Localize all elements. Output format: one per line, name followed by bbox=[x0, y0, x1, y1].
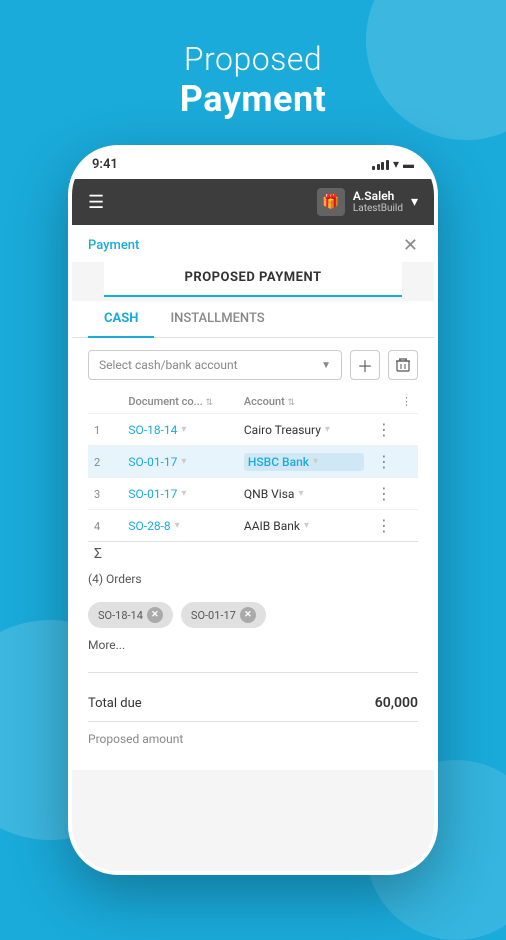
page-title-bar: PROPOSED PAYMENT bbox=[104, 262, 402, 297]
row-1-doc[interactable]: SO-18-14 ▾ bbox=[128, 423, 232, 437]
row-4-account[interactable]: AAIB Bank ▾ bbox=[244, 519, 364, 533]
row-2-doc[interactable]: SO-01-17 ▾ bbox=[128, 455, 232, 469]
nav-user-sub: LatestBuild bbox=[353, 203, 403, 215]
total-label: Total due bbox=[88, 696, 142, 711]
tag-2: SO-01-17 ✕ bbox=[181, 602, 266, 628]
back-link[interactable]: Payment bbox=[88, 238, 139, 253]
hero-header: Proposed Payment bbox=[0, 40, 506, 120]
row-3-account-arrow: ▾ bbox=[298, 488, 303, 499]
divider bbox=[88, 672, 418, 673]
status-bar: 9:41 ▾ ▬ bbox=[72, 149, 434, 179]
payment-table: Document co... ⇅ Account ⇅ ⋮ bbox=[88, 390, 418, 566]
row-4-doc-arrow: ▾ bbox=[175, 520, 180, 531]
row-3-num: 3 bbox=[94, 488, 100, 501]
hero-payment: Payment bbox=[0, 78, 506, 120]
row-3-doc-arrow: ▾ bbox=[181, 488, 186, 499]
page-title: PROPOSED PAYMENT bbox=[184, 270, 321, 285]
account-select[interactable]: Select cash/bank account ▼ bbox=[88, 350, 342, 380]
add-button[interactable]: ＋ bbox=[350, 350, 380, 380]
orders-count: (4) Orders bbox=[88, 566, 418, 596]
hero-proposed: Proposed bbox=[0, 40, 506, 78]
table-row: 1 SO-18-14 ▾ Cairo Treasury ▾ bbox=[88, 414, 418, 446]
nav-user-info: A.Saleh LatestBuild bbox=[353, 189, 403, 215]
total-value: 60,000 bbox=[375, 695, 418, 711]
table-row: 2 SO-01-17 ▾ HSBC Bank ▾ bbox=[88, 446, 418, 478]
phone-shell: 9:41 ▾ ▬ ☰ 🎁 A.Saleh LatestBuild bbox=[68, 145, 438, 875]
app-header-row: Payment ✕ bbox=[72, 225, 434, 262]
proposed-amount-label: Proposed amount bbox=[88, 732, 183, 746]
proposed-amount-row: Proposed amount bbox=[88, 728, 418, 750]
row-4-more[interactable]: ⋮ bbox=[376, 516, 392, 535]
row-4-num: 4 bbox=[94, 520, 100, 533]
col-header-more: ⋮ bbox=[370, 390, 418, 414]
col-header-account: Account ⇅ bbox=[238, 390, 370, 414]
row-1-num: 1 bbox=[94, 424, 100, 437]
phone-inner: 9:41 ▾ ▬ ☰ 🎁 A.Saleh LatestBuild bbox=[72, 149, 434, 871]
nav-app-icon: 🎁 bbox=[317, 188, 345, 216]
trash-icon bbox=[395, 357, 411, 373]
signal-icon bbox=[372, 158, 389, 170]
tabs-row: CASH INSTALLMENTS bbox=[72, 301, 434, 338]
tag-1: SO-18-14 ✕ bbox=[88, 602, 173, 628]
tag-1-close[interactable]: ✕ bbox=[147, 607, 163, 623]
col-doc-sort-icon: ⇅ bbox=[206, 398, 214, 408]
tag-2-close[interactable]: ✕ bbox=[240, 607, 256, 623]
col-header-doc: Document co... ⇅ bbox=[122, 390, 238, 414]
row-2-account[interactable]: HSBC Bank ▾ bbox=[244, 453, 364, 471]
hamburger-icon[interactable]: ☰ bbox=[88, 192, 104, 213]
row-4-doc[interactable]: SO-28-8 ▾ bbox=[128, 519, 232, 533]
select-chevron-icon: ▼ bbox=[321, 360, 331, 371]
row-2-num: 2 bbox=[94, 456, 100, 469]
row-2-doc-arrow: ▾ bbox=[181, 456, 186, 467]
row-2-more[interactable]: ⋮ bbox=[376, 452, 392, 471]
select-placeholder: Select cash/bank account bbox=[99, 358, 238, 372]
row-3-more[interactable]: ⋮ bbox=[376, 484, 392, 503]
status-time: 9:41 bbox=[92, 157, 118, 172]
row-1-account[interactable]: Cairo Treasury ▾ bbox=[244, 423, 364, 437]
tab-cash[interactable]: CASH bbox=[88, 301, 154, 338]
col-header-num bbox=[88, 390, 122, 414]
delete-button[interactable] bbox=[388, 350, 418, 380]
row-1-account-arrow: ▾ bbox=[325, 424, 330, 435]
row-3-account[interactable]: QNB Visa ▾ bbox=[244, 487, 364, 501]
wifi-icon: ▾ bbox=[393, 157, 399, 171]
row-3-doc[interactable]: SO-01-17 ▾ bbox=[128, 487, 232, 501]
row-1-more[interactable]: ⋮ bbox=[376, 420, 392, 439]
table-row: 4 SO-28-8 ▾ AAIB Bank ▾ bbox=[88, 510, 418, 542]
row-2-account-arrow: ▾ bbox=[313, 456, 318, 467]
more-link[interactable]: More... bbox=[88, 634, 418, 662]
close-button[interactable]: ✕ bbox=[403, 235, 418, 256]
row-1-doc-arrow: ▾ bbox=[181, 424, 186, 435]
nav-user-name: A.Saleh bbox=[353, 189, 403, 203]
total-section: Total due 60,000 Proposed amount bbox=[88, 683, 418, 758]
table-row: 3 SO-01-17 ▾ QNB Visa ▾ bbox=[88, 478, 418, 510]
nav-center: 🎁 A.Saleh LatestBuild ▾ bbox=[317, 188, 418, 216]
sigma-row: Σ bbox=[88, 542, 418, 567]
row-4-account-arrow: ▾ bbox=[304, 520, 309, 531]
total-divider bbox=[88, 721, 418, 722]
tab-installments[interactable]: INSTALLMENTS bbox=[154, 301, 280, 338]
tags-row: SO-18-14 ✕ SO-01-17 ✕ bbox=[88, 596, 418, 634]
main-area: Select cash/bank account ▼ ＋ bbox=[72, 338, 434, 770]
top-nav: ☰ 🎁 A.Saleh LatestBuild ▾ bbox=[72, 179, 434, 225]
battery-icon: ▬ bbox=[403, 158, 414, 171]
col-account-sort-icon: ⇅ bbox=[288, 398, 296, 408]
total-row: Total due 60,000 bbox=[88, 691, 418, 715]
status-icons: ▾ ▬ bbox=[372, 157, 414, 171]
nav-chevron-icon[interactable]: ▾ bbox=[411, 194, 418, 210]
select-row: Select cash/bank account ▼ ＋ bbox=[88, 350, 418, 380]
